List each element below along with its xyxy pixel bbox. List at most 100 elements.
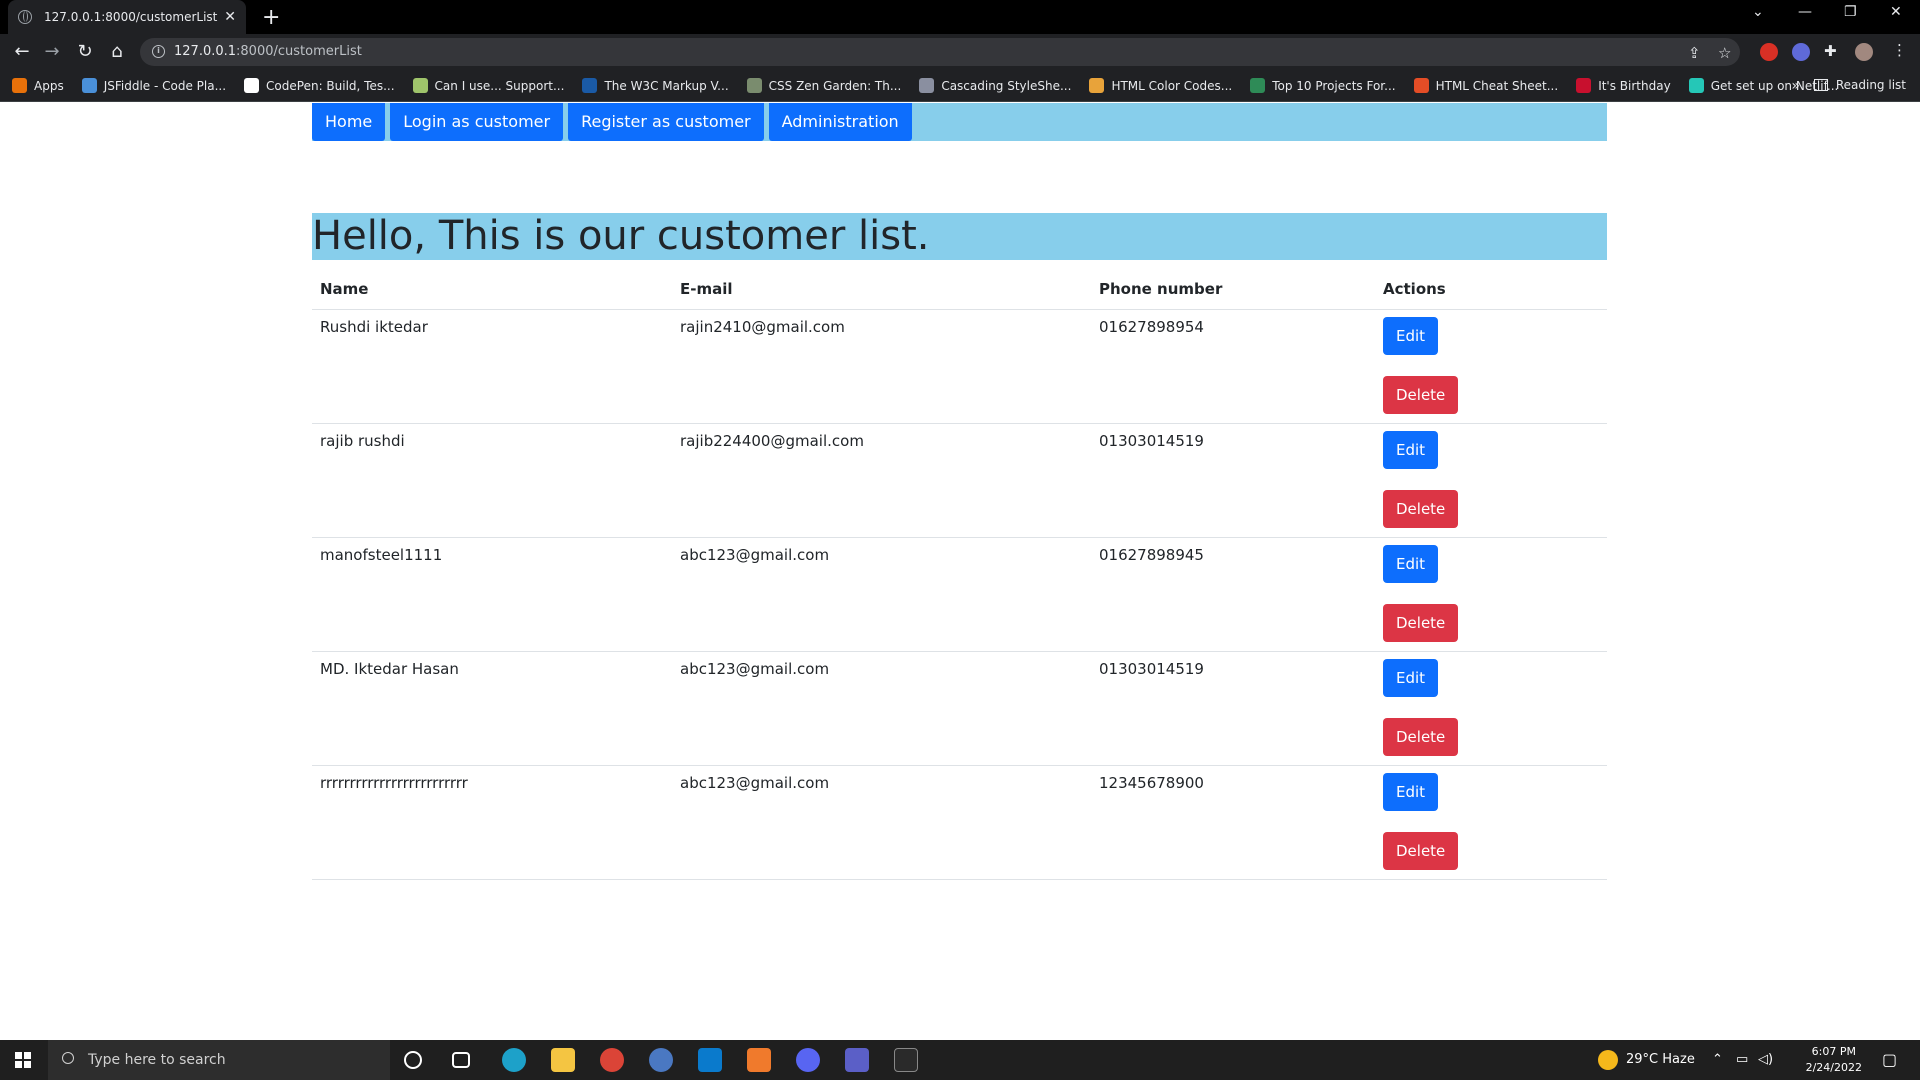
qbittorrent-icon[interactable] bbox=[649, 1048, 673, 1072]
clock-time: 6:07 PM bbox=[1811, 1045, 1856, 1058]
menu-kebab-icon[interactable]: ⋮ bbox=[1892, 41, 1907, 59]
edit-button[interactable]: Edit bbox=[1383, 316, 1439, 355]
bookmark-item[interactable]: Cascading StyleShe... bbox=[919, 78, 1071, 93]
nav-administration-link[interactable]: Administration bbox=[768, 103, 912, 141]
bookmark-item[interactable]: CodePen: Build, Tes... bbox=[244, 78, 395, 93]
delete-button[interactable]: Delete bbox=[1383, 717, 1459, 756]
table-row: rrrrrrrrrrrrrrrrrrrrrrrrr abc123@gmail.c… bbox=[312, 765, 1607, 880]
caniuse-icon bbox=[412, 78, 428, 93]
css-icon bbox=[919, 78, 935, 93]
nav-register-link[interactable]: Register as customer bbox=[568, 103, 764, 141]
browser-tabbar: 127.0.0.1:8000/customerList ✕ + ⌄ — ❐ ✕ bbox=[0, 0, 1920, 34]
start-button[interactable] bbox=[0, 1040, 46, 1080]
bookmark-item[interactable]: Can I use... Support... bbox=[412, 78, 564, 93]
page-title: Hello, This is our customer list. bbox=[312, 213, 1607, 260]
delete-button[interactable]: Delete bbox=[1383, 375, 1459, 414]
edit-button[interactable]: Edit bbox=[1383, 772, 1439, 811]
bookmark-item[interactable]: HTML Color Codes... bbox=[1089, 78, 1232, 93]
vscode-icon[interactable] bbox=[698, 1048, 722, 1072]
site-info-icon[interactable]: i bbox=[152, 45, 165, 58]
actions-cell: Edit Delete bbox=[1375, 423, 1607, 538]
cortana-icon[interactable] bbox=[404, 1051, 422, 1069]
file-explorer-icon[interactable] bbox=[551, 1048, 575, 1072]
bookmark-item[interactable]: CSS Zen Garden: Th... bbox=[746, 78, 901, 93]
nav-home-link[interactable]: Home bbox=[312, 103, 386, 141]
volume-icon[interactable]: ◁) bbox=[1758, 1052, 1773, 1067]
reading-list-button[interactable]: Reading list bbox=[1813, 78, 1906, 92]
restore-icon[interactable]: ❐ bbox=[1844, 4, 1857, 20]
customer-name: MD. Iktedar Hasan bbox=[312, 651, 672, 766]
actions-cell: Edit Delete bbox=[1375, 651, 1607, 766]
bookmark-item[interactable]: The W3C Markup V... bbox=[582, 78, 729, 93]
extension-icon[interactable] bbox=[1792, 43, 1810, 61]
delete-button[interactable]: Delete bbox=[1383, 489, 1459, 528]
actions-cell: Edit Delete bbox=[1375, 537, 1607, 652]
customer-phone: 01627898954 bbox=[1091, 309, 1375, 424]
edge-browser-icon[interactable] bbox=[502, 1048, 526, 1072]
actions-cell: Edit Delete bbox=[1375, 765, 1607, 880]
apps-grid-icon bbox=[12, 78, 27, 93]
bookmark-item[interactable]: Top 10 Projects For... bbox=[1250, 78, 1396, 93]
epic-games-icon[interactable] bbox=[894, 1048, 918, 1072]
tab-search-icon[interactable]: ⌄ bbox=[1752, 4, 1764, 20]
bookmarks-overflow-icon[interactable]: » bbox=[1791, 78, 1800, 94]
projects-icon bbox=[1250, 78, 1266, 93]
chrome-browser-icon[interactable] bbox=[600, 1048, 624, 1072]
show-hidden-icons-icon[interactable]: ⌃ bbox=[1712, 1052, 1723, 1067]
birthday-icon bbox=[1576, 78, 1592, 93]
edit-button[interactable]: Edit bbox=[1383, 430, 1439, 469]
system-clock[interactable]: 6:07 PM 2/24/2022 bbox=[1806, 1044, 1862, 1076]
delete-button[interactable]: Delete bbox=[1383, 603, 1459, 642]
url-text[interactable]: 127.0.0.1:8000/customerList bbox=[174, 44, 362, 59]
clock-date: 2/24/2022 bbox=[1805, 1061, 1862, 1074]
w3c-icon bbox=[582, 78, 598, 93]
reload-icon[interactable]: ↻ bbox=[73, 40, 97, 64]
teams-icon[interactable] bbox=[845, 1048, 869, 1072]
windows-logo-icon bbox=[15, 1052, 31, 1068]
close-tab-icon[interactable]: ✕ bbox=[224, 9, 236, 25]
discord-icon[interactable] bbox=[796, 1048, 820, 1072]
search-icon bbox=[62, 1052, 74, 1064]
edit-button[interactable]: Edit bbox=[1383, 658, 1439, 697]
forward-icon[interactable]: → bbox=[40, 40, 64, 64]
csszengarden-icon bbox=[746, 78, 762, 93]
notifications-icon[interactable]: ▢ bbox=[1882, 1050, 1897, 1069]
table-row: Rushdi iktedar rajin2410@gmail.com 01627… bbox=[312, 309, 1607, 424]
browser-tab[interactable]: 127.0.0.1:8000/customerList ✕ bbox=[8, 0, 246, 34]
bookmark-item[interactable]: It's Birthday bbox=[1576, 78, 1671, 93]
table-row: MD. Iktedar Hasan abc123@gmail.com 01303… bbox=[312, 651, 1607, 766]
taskbar-search-box[interactable]: Type here to search bbox=[48, 1040, 390, 1080]
nav-login-link[interactable]: Login as customer bbox=[390, 103, 564, 141]
minimize-icon[interactable]: — bbox=[1798, 4, 1812, 20]
customer-name: manofsteel1111 bbox=[312, 537, 672, 652]
bookmark-item[interactable]: HTML Cheat Sheet... bbox=[1413, 78, 1558, 93]
table-row: rajib rushdi rajib224400@gmail.com 01303… bbox=[312, 423, 1607, 538]
adblock-extension-icon[interactable] bbox=[1760, 43, 1778, 61]
share-icon[interactable]: ⇪ bbox=[1688, 44, 1701, 62]
profile-avatar[interactable] bbox=[1855, 43, 1873, 61]
home-icon[interactable]: ⌂ bbox=[105, 40, 129, 64]
new-tab-icon[interactable]: + bbox=[262, 5, 280, 30]
bookmarks-bar: Apps JSFiddle - Code Pla... CodePen: Bui… bbox=[0, 70, 1920, 102]
tab-title: 127.0.0.1:8000/customerList bbox=[44, 10, 218, 24]
back-icon[interactable]: ← bbox=[10, 40, 34, 64]
delete-button[interactable]: Delete bbox=[1383, 831, 1459, 870]
bookmark-star-icon[interactable]: ☆ bbox=[1718, 44, 1731, 62]
weather-text[interactable]: 29°C Haze bbox=[1626, 1052, 1695, 1067]
edit-button[interactable]: Edit bbox=[1383, 544, 1439, 583]
customer-name: rrrrrrrrrrrrrrrrrrrrrrrrr bbox=[312, 765, 672, 880]
bookmark-item[interactable]: JSFiddle - Code Pla... bbox=[81, 78, 226, 93]
customer-email: rajib224400@gmail.com bbox=[672, 423, 1091, 538]
customer-phone: 12345678900 bbox=[1091, 765, 1375, 880]
reading-list-icon bbox=[1813, 79, 1828, 91]
task-view-icon[interactable] bbox=[452, 1052, 470, 1068]
customer-email: abc123@gmail.com bbox=[672, 537, 1091, 652]
xampp-icon[interactable] bbox=[747, 1048, 771, 1072]
weather-icon[interactable] bbox=[1598, 1050, 1618, 1070]
network-icon[interactable]: ▭ bbox=[1736, 1052, 1748, 1067]
bookmark-item[interactable]: Apps bbox=[12, 78, 64, 93]
address-bar[interactable]: i 127.0.0.1:8000/customerList ⇪ ☆ bbox=[140, 38, 1740, 66]
browser-toolbar: ← → ↻ ⌂ i 127.0.0.1:8000/customerList ⇪ … bbox=[0, 34, 1920, 70]
close-window-icon[interactable]: ✕ bbox=[1890, 4, 1902, 20]
puzzle-extensions-icon[interactable]: ✚ bbox=[1824, 42, 1837, 60]
